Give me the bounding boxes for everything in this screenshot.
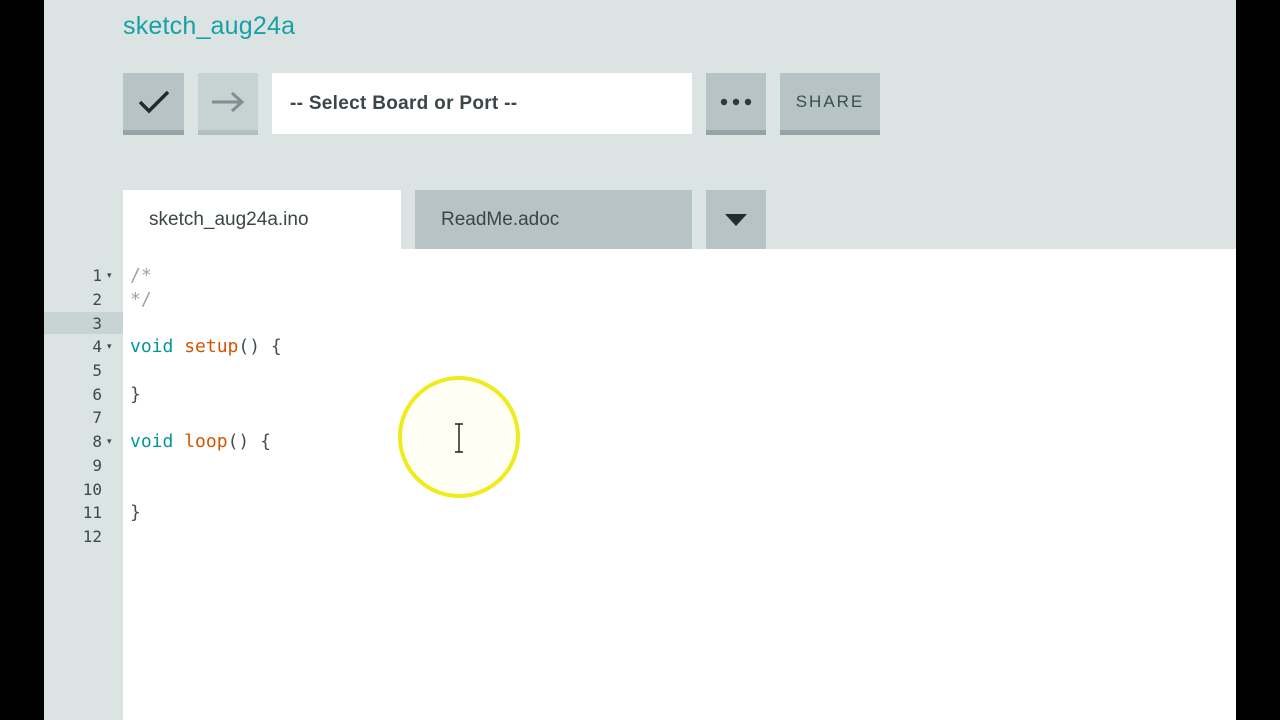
line-number: 1 — [92, 266, 102, 285]
more-options-button[interactable] — [706, 73, 766, 135]
line-number: 6 — [92, 385, 102, 404]
board-port-select[interactable]: -- Select Board or Port -- — [272, 73, 692, 134]
code-line: /* — [130, 265, 152, 286]
arrow-right-icon — [212, 91, 245, 112]
line-number: 10 — [82, 480, 102, 499]
code-line: } — [130, 384, 141, 405]
line-number: 7 — [92, 408, 102, 427]
code-line: */ — [130, 289, 152, 310]
code-line: void setup() { — [130, 335, 282, 359]
function-name: loop — [184, 431, 228, 452]
line-number: 2 — [92, 290, 102, 309]
sketch-title[interactable]: sketch_aug24a — [123, 12, 295, 41]
line-number: 9 — [92, 456, 102, 475]
fold-toggle-icon[interactable]: ▾ — [107, 430, 112, 454]
code-line: void loop() { — [130, 430, 271, 454]
line-number: 3 — [92, 314, 102, 333]
line-number-gutter: 1 2 3 4 5 6 7 8 9 10 11 12 ▾ ▾ ▾ — [44, 249, 123, 720]
share-button[interactable]: SHARE — [780, 73, 880, 135]
verify-button[interactable] — [123, 73, 184, 135]
line-number: 5 — [92, 361, 102, 380]
keyword: void — [130, 336, 174, 357]
tab-readme[interactable]: ReadMe.adoc — [415, 190, 692, 249]
upload-button[interactable] — [198, 73, 258, 135]
line-number: 11 — [82, 503, 102, 522]
ellipsis-icon — [720, 98, 752, 105]
code-editor[interactable]: 1 2 3 4 5 6 7 8 9 10 11 12 ▾ ▾ ▾ /* */ v… — [44, 249, 1236, 720]
arduino-web-editor: sketch_aug24a -- Select Board or Port --… — [44, 0, 1236, 720]
function-name: setup — [184, 336, 239, 357]
line-number: 4 — [92, 337, 102, 356]
fold-toggle-icon[interactable]: ▾ — [107, 335, 112, 359]
line-number: 12 — [82, 527, 102, 546]
fold-toggle-icon[interactable]: ▾ — [107, 264, 112, 288]
text-cursor-icon — [455, 423, 463, 453]
code-line: } — [130, 502, 141, 523]
punctuation: () { — [238, 336, 282, 357]
punctuation: () { — [227, 431, 271, 452]
tab-menu-button[interactable] — [706, 190, 766, 249]
checkmark-icon — [138, 90, 169, 113]
caret-down-icon — [725, 213, 747, 226]
keyword: void — [130, 431, 174, 452]
tab-sketch-ino[interactable]: sketch_aug24a.ino — [123, 190, 401, 249]
share-button-label: SHARE — [795, 91, 865, 111]
line-number: 8 — [92, 432, 102, 451]
